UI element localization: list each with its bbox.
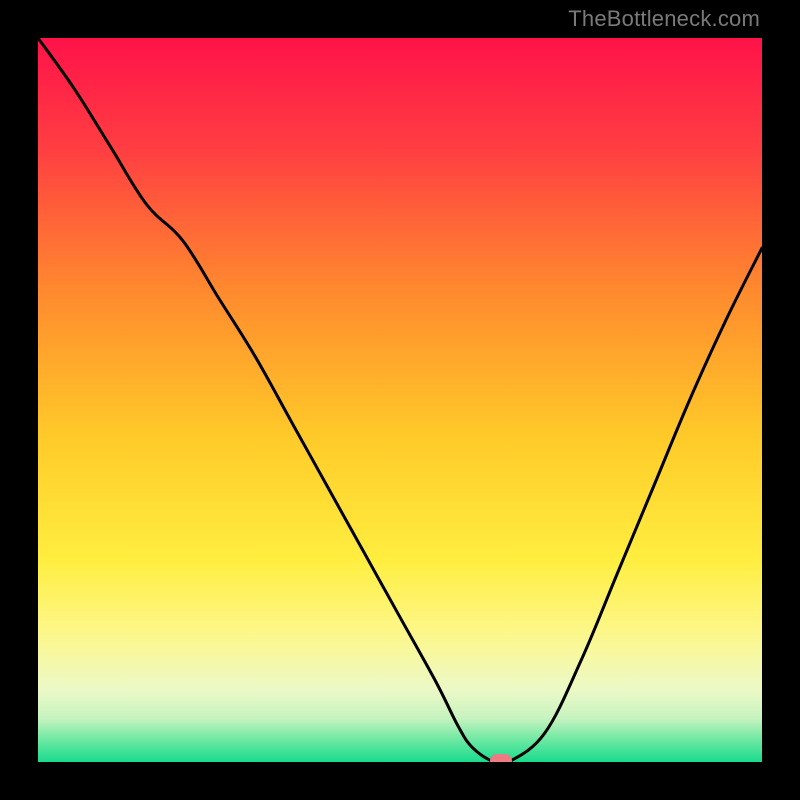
plot-area xyxy=(38,38,762,762)
watermark-text: TheBottleneck.com xyxy=(568,6,760,32)
chart-frame: TheBottleneck.com xyxy=(0,0,800,800)
background-gradient xyxy=(38,38,762,762)
optimum-marker xyxy=(490,754,512,762)
